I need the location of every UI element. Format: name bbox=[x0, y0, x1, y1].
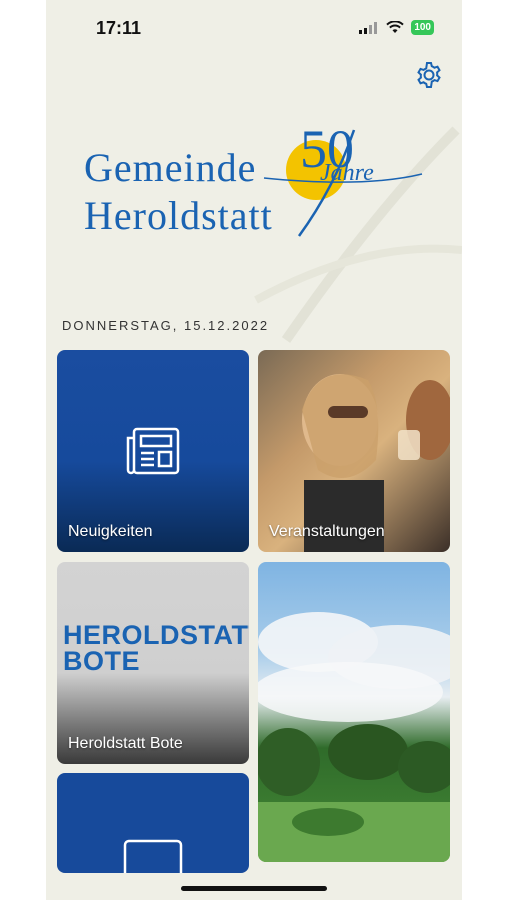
tile-landscape[interactable] bbox=[258, 562, 450, 862]
tile-partial[interactable] bbox=[57, 773, 249, 873]
logo-anniversary-word: Jahre bbox=[320, 160, 374, 186]
gear-icon bbox=[417, 62, 441, 88]
battery-indicator: 100 bbox=[411, 20, 434, 35]
tile-bote-label: Heroldstatt Bote bbox=[68, 735, 183, 752]
bote-logo-line-2: Bote bbox=[63, 646, 141, 676]
tile-bote[interactable]: Heroldstatt Bote Heroldstatt Bote bbox=[57, 562, 249, 764]
newspaper-icon bbox=[126, 427, 180, 475]
wifi-icon bbox=[386, 21, 405, 33]
logo-line-2: Heroldstatt bbox=[84, 193, 273, 238]
municipality-logo: Gemeinde Heroldstatt 50 Jahre bbox=[84, 118, 424, 240]
tile-events-label: Veranstaltungen bbox=[269, 523, 385, 540]
bote-logo: Heroldstatt Bote bbox=[57, 620, 249, 680]
landscape-photo bbox=[258, 612, 450, 862]
tile-news[interactable]: Neuigkeiten bbox=[57, 350, 249, 552]
current-date: DONNERSTAG, 15.12.2022 bbox=[62, 318, 270, 333]
status-icons: 100 bbox=[359, 20, 434, 35]
status-bar: 17:11 100 bbox=[46, 18, 462, 42]
status-time: 17:11 bbox=[96, 18, 142, 38]
logo-line-1: Gemeinde bbox=[84, 145, 257, 190]
frame-icon bbox=[123, 839, 183, 873]
settings-button[interactable] bbox=[414, 60, 444, 90]
events-photo bbox=[302, 374, 450, 552]
tile-news-label: Neuigkeiten bbox=[68, 523, 153, 540]
app-screen: 17:11 100 Gemeinde Heroldstatt 50 Jahre … bbox=[46, 0, 462, 900]
home-indicator[interactable] bbox=[181, 886, 327, 891]
signal-icon bbox=[359, 21, 378, 34]
tile-events[interactable]: Veranstaltungen bbox=[258, 350, 450, 552]
